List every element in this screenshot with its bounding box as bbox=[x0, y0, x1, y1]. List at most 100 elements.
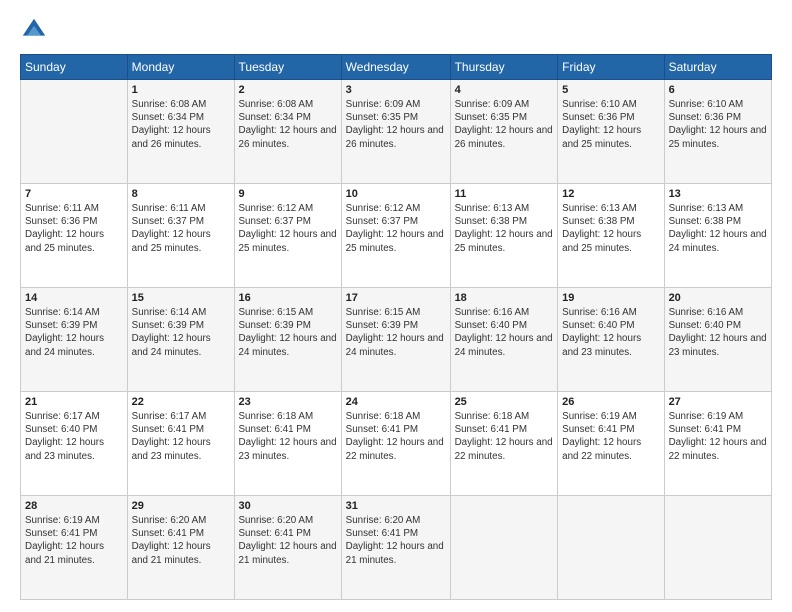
day-info: Sunrise: 6:20 AMSunset: 6:41 PMDaylight:… bbox=[132, 514, 230, 567]
calendar-cell: 1Sunrise: 6:08 AMSunset: 6:34 PMDaylight… bbox=[127, 80, 234, 184]
day-info: Sunrise: 6:19 AMSunset: 6:41 PMDaylight:… bbox=[25, 514, 123, 567]
calendar-cell: 26 Sunrise: 6:19 AMSunset: 6:41 PMDayligh… bbox=[558, 392, 664, 496]
day-info: Sunrise: 6:10 AMSunset: 6:36 PMDaylight:… bbox=[669, 98, 767, 151]
day-info: Sunrise: 6:13 AMSunset: 6:38 PMDaylight:… bbox=[669, 202, 767, 255]
day-number: 26 bbox=[562, 396, 659, 408]
calendar-header-wednesday: Wednesday bbox=[341, 55, 450, 80]
calendar-cell: 8 Sunrise: 6:11 AMSunset: 6:37 PMDaylight… bbox=[127, 184, 234, 288]
calendar-week-row: 21Sunrise: 6:17 AMSunset: 6:40 PMDayligh… bbox=[21, 392, 772, 496]
day-info: Sunrise: 6:08 AMSunset: 6:34 PMDaylight:… bbox=[239, 98, 337, 151]
day-number: 7 bbox=[25, 188, 123, 200]
calendar-cell: 13 Sunrise: 6:13 AMSunset: 6:38 PMDayligh… bbox=[664, 184, 771, 288]
calendar-cell: 2 Sunrise: 6:08 AMSunset: 6:34 PMDaylight… bbox=[234, 80, 341, 184]
day-info: Sunrise: 6:18 AMSunset: 6:41 PMDaylight:… bbox=[346, 410, 446, 463]
day-number: 11 bbox=[455, 188, 554, 200]
day-number: 29 bbox=[132, 500, 230, 512]
day-number: 12 bbox=[562, 188, 659, 200]
day-number: 31 bbox=[346, 500, 446, 512]
calendar-cell bbox=[450, 496, 558, 600]
calendar-header-tuesday: Tuesday bbox=[234, 55, 341, 80]
calendar-cell: 20 Sunrise: 6:16 AMSunset: 6:40 PMDayligh… bbox=[664, 288, 771, 392]
calendar-header-sunday: Sunday bbox=[21, 55, 128, 80]
day-info: Sunrise: 6:09 AMSunset: 6:35 PMDaylight:… bbox=[346, 98, 446, 151]
day-info: Sunrise: 6:18 AMSunset: 6:41 PMDaylight:… bbox=[239, 410, 337, 463]
day-info: Sunrise: 6:11 AMSunset: 6:37 PMDaylight:… bbox=[132, 202, 230, 255]
day-info: Sunrise: 6:16 AMSunset: 6:40 PMDaylight:… bbox=[562, 306, 659, 359]
calendar-table: SundayMondayTuesdayWednesdayThursdayFrid… bbox=[20, 54, 772, 600]
day-number: 14 bbox=[25, 292, 123, 304]
calendar-week-row: 7 Sunrise: 6:11 AMSunset: 6:36 PMDaylight… bbox=[21, 184, 772, 288]
day-number: 20 bbox=[669, 292, 767, 304]
calendar-header-monday: Monday bbox=[127, 55, 234, 80]
page: SundayMondayTuesdayWednesdayThursdayFrid… bbox=[0, 0, 792, 612]
day-info: Sunrise: 6:12 AMSunset: 6:37 PMDaylight:… bbox=[346, 202, 446, 255]
day-number: 4 bbox=[455, 84, 554, 96]
calendar-cell: 3 Sunrise: 6:09 AMSunset: 6:35 PMDaylight… bbox=[341, 80, 450, 184]
day-number: 2 bbox=[239, 84, 337, 96]
day-info: Sunrise: 6:10 AMSunset: 6:36 PMDaylight:… bbox=[562, 98, 659, 151]
calendar-cell: 12 Sunrise: 6:13 AMSunset: 6:38 PMDayligh… bbox=[558, 184, 664, 288]
calendar-week-row: 14 Sunrise: 6:14 AMSunset: 6:39 PMDayligh… bbox=[21, 288, 772, 392]
day-number: 8 bbox=[132, 188, 230, 200]
calendar-cell: 16 Sunrise: 6:15 AMSunset: 6:39 PMDayligh… bbox=[234, 288, 341, 392]
calendar-cell: 29 Sunrise: 6:20 AMSunset: 6:41 PMDayligh… bbox=[127, 496, 234, 600]
calendar-cell: 4Sunrise: 6:09 AMSunset: 6:35 PMDaylight… bbox=[450, 80, 558, 184]
day-info: Sunrise: 6:20 AMSunset: 6:41 PMDaylight:… bbox=[346, 514, 446, 567]
logo-icon bbox=[20, 16, 48, 44]
day-info: Sunrise: 6:16 AMSunset: 6:40 PMDaylight:… bbox=[669, 306, 767, 359]
calendar-cell: 18 Sunrise: 6:16 AMSunset: 6:40 PMDayligh… bbox=[450, 288, 558, 392]
day-number: 22 bbox=[132, 396, 230, 408]
header bbox=[20, 16, 772, 44]
calendar-header-thursday: Thursday bbox=[450, 55, 558, 80]
day-number: 16 bbox=[239, 292, 337, 304]
calendar-cell: 21Sunrise: 6:17 AMSunset: 6:40 PMDayligh… bbox=[21, 392, 128, 496]
calendar-cell: 27 Sunrise: 6:19 AMSunset: 6:41 PMDayligh… bbox=[664, 392, 771, 496]
day-number: 15 bbox=[132, 292, 230, 304]
day-info: Sunrise: 6:13 AMSunset: 6:38 PMDaylight:… bbox=[562, 202, 659, 255]
day-info: Sunrise: 6:20 AMSunset: 6:41 PMDaylight:… bbox=[239, 514, 337, 567]
day-number: 9 bbox=[239, 188, 337, 200]
day-info: Sunrise: 6:14 AMSunset: 6:39 PMDaylight:… bbox=[25, 306, 123, 359]
calendar-cell: 23 Sunrise: 6:18 AMSunset: 6:41 PMDayligh… bbox=[234, 392, 341, 496]
calendar-cell: 31 Sunrise: 6:20 AMSunset: 6:41 PMDayligh… bbox=[341, 496, 450, 600]
calendar-cell bbox=[21, 80, 128, 184]
calendar-cell: 11 Sunrise: 6:13 AMSunset: 6:38 PMDayligh… bbox=[450, 184, 558, 288]
day-info: Sunrise: 6:19 AMSunset: 6:41 PMDaylight:… bbox=[562, 410, 659, 463]
day-number: 6 bbox=[669, 84, 767, 96]
calendar-cell: 15 Sunrise: 6:14 AMSunset: 6:39 PMDayligh… bbox=[127, 288, 234, 392]
calendar-cell: 19 Sunrise: 6:16 AMSunset: 6:40 PMDayligh… bbox=[558, 288, 664, 392]
day-number: 1 bbox=[132, 84, 230, 96]
calendar-cell: 7 Sunrise: 6:11 AMSunset: 6:36 PMDaylight… bbox=[21, 184, 128, 288]
day-info: Sunrise: 6:11 AMSunset: 6:36 PMDaylight:… bbox=[25, 202, 123, 255]
day-number: 13 bbox=[669, 188, 767, 200]
calendar-cell: 17Sunrise: 6:15 AMSunset: 6:39 PMDayligh… bbox=[341, 288, 450, 392]
day-info: Sunrise: 6:15 AMSunset: 6:39 PMDaylight:… bbox=[346, 306, 446, 359]
day-number: 25 bbox=[455, 396, 554, 408]
day-info: Sunrise: 6:15 AMSunset: 6:39 PMDaylight:… bbox=[239, 306, 337, 359]
calendar-cell: 28Sunrise: 6:19 AMSunset: 6:41 PMDayligh… bbox=[21, 496, 128, 600]
day-number: 3 bbox=[346, 84, 446, 96]
day-info: Sunrise: 6:12 AMSunset: 6:37 PMDaylight:… bbox=[239, 202, 337, 255]
calendar-cell: 30Sunrise: 6:20 AMSunset: 6:41 PMDayligh… bbox=[234, 496, 341, 600]
day-info: Sunrise: 6:19 AMSunset: 6:41 PMDaylight:… bbox=[669, 410, 767, 463]
day-info: Sunrise: 6:16 AMSunset: 6:40 PMDaylight:… bbox=[455, 306, 554, 359]
calendar-header-row: SundayMondayTuesdayWednesdayThursdayFrid… bbox=[21, 55, 772, 80]
day-number: 21 bbox=[25, 396, 123, 408]
day-number: 24 bbox=[346, 396, 446, 408]
day-number: 5 bbox=[562, 84, 659, 96]
calendar-week-row: 1 Sunrise: 6:08 AMSunset: 6:34 PMDaylight… bbox=[21, 80, 772, 184]
calendar-cell: 5 Sunrise: 6:10 AMSunset: 6:36 PMDaylight… bbox=[558, 80, 664, 184]
calendar-cell: 9 Sunrise: 6:12 AMSunset: 6:37 PMDaylight… bbox=[234, 184, 341, 288]
calendar-cell bbox=[558, 496, 664, 600]
day-number: 18 bbox=[455, 292, 554, 304]
calendar-cell: 25Sunrise: 6:18 AMSunset: 6:41 PMDayligh… bbox=[450, 392, 558, 496]
day-info: Sunrise: 6:14 AMSunset: 6:39 PMDaylight:… bbox=[132, 306, 230, 359]
day-number: 27 bbox=[669, 396, 767, 408]
day-info: Sunrise: 6:13 AMSunset: 6:38 PMDaylight:… bbox=[455, 202, 554, 255]
calendar-cell: 6 Sunrise: 6:10 AMSunset: 6:36 PMDaylight… bbox=[664, 80, 771, 184]
calendar-cell: 24 Sunrise: 6:18 AMSunset: 6:41 PMDayligh… bbox=[341, 392, 450, 496]
day-number: 19 bbox=[562, 292, 659, 304]
day-number: 23 bbox=[239, 396, 337, 408]
logo bbox=[20, 16, 52, 44]
calendar-cell: 22Sunrise: 6:17 AMSunset: 6:41 PMDayligh… bbox=[127, 392, 234, 496]
